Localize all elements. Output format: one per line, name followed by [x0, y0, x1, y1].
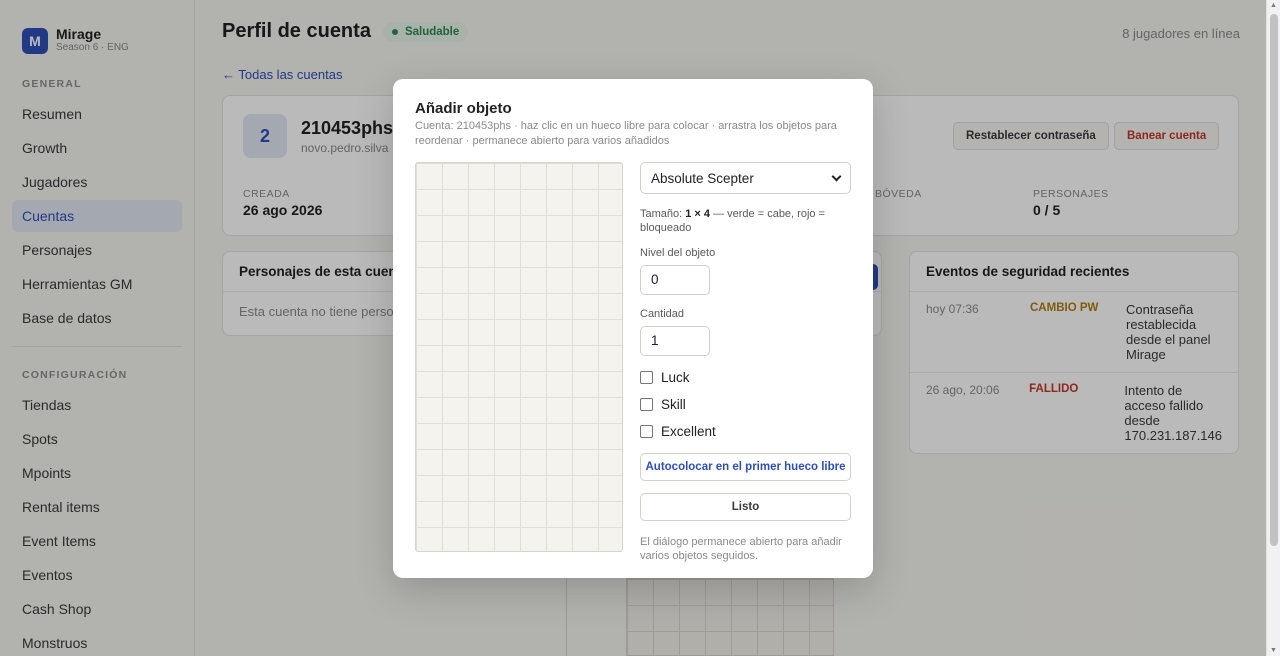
size-value: 1 × 4 — [685, 208, 711, 220]
item-form: Absolute Scepter Tamaño: 1 × 4 — verde =… — [640, 162, 851, 563]
scroll-up-icon[interactable]: ▲ — [1270, 2, 1277, 9]
level-label: Nivel del objeto — [640, 247, 716, 259]
quantity-input[interactable]: 1 — [640, 326, 710, 356]
dialog-subtitle: Cuenta: 210453phs · haz clic en un hueco… — [415, 120, 837, 147]
inventory-grid[interactable] — [415, 162, 623, 552]
item-select[interactable]: Absolute Scepter — [640, 162, 851, 194]
skill-label: Skill — [661, 397, 686, 412]
quantity-label: Cantidad — [640, 308, 685, 320]
luck-checkbox[interactable] — [640, 371, 653, 384]
add-item-dialog: Añadir objeto Cuenta: 210453phs · haz cl… — [393, 79, 873, 578]
page-scrollbar[interactable]: ▲ ▼ — [1266, 0, 1280, 656]
luck-option[interactable]: Luck — [640, 364, 851, 391]
done-button[interactable]: Listo — [640, 493, 851, 521]
skill-checkbox[interactable] — [640, 398, 653, 411]
excellent-checkbox[interactable] — [640, 425, 653, 438]
luck-label: Luck — [661, 370, 690, 385]
excellent-label: Excellent — [661, 424, 716, 439]
autoplace-button[interactable]: Autocolocar en el primer hueco libre — [640, 453, 851, 481]
level-input[interactable]: 0 — [640, 265, 710, 295]
skill-option[interactable]: Skill — [640, 391, 851, 418]
scroll-thumb[interactable] — [1270, 14, 1278, 546]
excellent-option[interactable]: Excellent — [640, 418, 851, 445]
item-size-text: Tamaño: 1 × 4 — verde = cabe, rojo = blo… — [640, 207, 851, 235]
item-select-value: Absolute Scepter — [651, 170, 754, 186]
chevron-down-icon — [831, 171, 842, 181]
dialog-title: Añadir objeto — [415, 100, 512, 117]
size-prefix: Tamaño: — [640, 208, 686, 220]
scroll-down-icon[interactable]: ▼ — [1270, 647, 1277, 654]
dialog-footnote: El diálogo permanece abierto para añadir… — [640, 536, 842, 562]
